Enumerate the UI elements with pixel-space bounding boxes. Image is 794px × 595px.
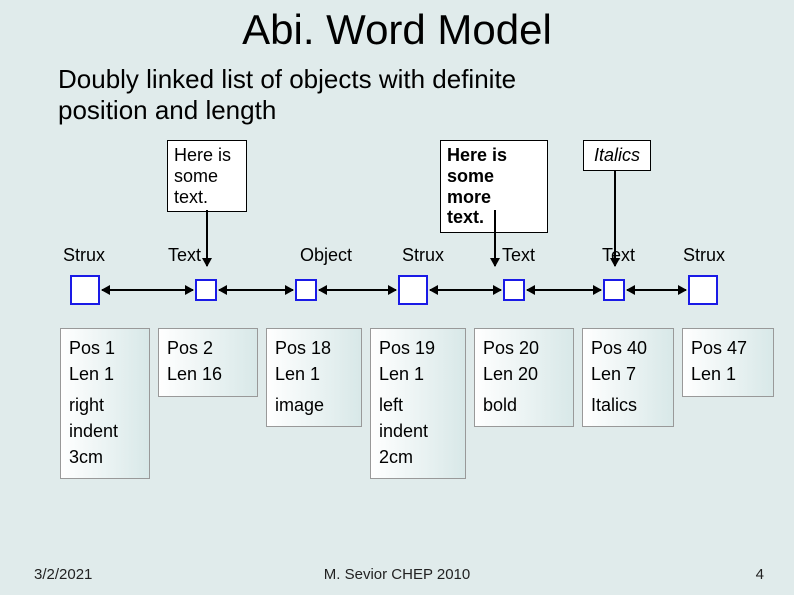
- node-label-1: Text: [168, 245, 201, 266]
- node-label-6: Strux: [683, 245, 725, 266]
- info-extra: 2cm: [379, 444, 457, 470]
- bubble-text-3: Italics: [583, 140, 651, 171]
- info-extra: Italics: [591, 392, 665, 418]
- node-label-2: Object: [300, 245, 352, 266]
- bubble-1-line: some: [174, 166, 218, 186]
- node-label-5: Text: [602, 245, 635, 266]
- bubble-2-line: text.: [447, 207, 484, 227]
- info-pos: Pos 19: [379, 335, 457, 361]
- link-3-4: [430, 289, 501, 291]
- info-len: Len 20: [483, 361, 565, 387]
- info-box-4: Pos 20 Len 20 bold: [474, 328, 574, 426]
- bubble-2-line: some more: [447, 166, 494, 207]
- bubble-1-line: text.: [174, 187, 208, 207]
- info-len: Len 1: [69, 361, 141, 387]
- info-box-2: Pos 18 Len 1 image: [266, 328, 362, 426]
- footer-page-number: 4: [756, 566, 764, 583]
- link-0-1: [102, 289, 193, 291]
- node-label-0: Strux: [63, 245, 105, 266]
- link-5-6: [627, 289, 686, 291]
- node-label-4: Text: [502, 245, 535, 266]
- info-extra: bold: [483, 392, 565, 418]
- slide-title: Abi. Word Model: [0, 0, 794, 54]
- subtitle-line-1: Doubly linked list of objects with defin…: [58, 64, 516, 94]
- info-pos: Pos 1: [69, 335, 141, 361]
- link-4-5: [527, 289, 601, 291]
- arrow-down-2: [494, 210, 496, 266]
- info-len: Len 7: [591, 361, 665, 387]
- info-box-0: Pos 1 Len 1 right indent 3cm: [60, 328, 150, 478]
- subtitle-line-2: position and length: [58, 95, 276, 125]
- bubble-3-text: Italics: [594, 145, 640, 165]
- info-pos: Pos 20: [483, 335, 565, 361]
- node-square-strux-0: [70, 275, 100, 305]
- node-square-text-1: [195, 279, 217, 301]
- info-len: Len 1: [275, 361, 353, 387]
- info-pos: Pos 40: [591, 335, 665, 361]
- slide-subtitle: Doubly linked list of objects with defin…: [0, 54, 794, 126]
- info-pos: Pos 18: [275, 335, 353, 361]
- info-box-6: Pos 47 Len 1: [682, 328, 774, 396]
- node-square-strux-3: [398, 275, 428, 305]
- bubble-1-line: Here is: [174, 145, 231, 165]
- info-extra: image: [275, 392, 353, 418]
- node-square-text-5: [603, 279, 625, 301]
- info-box-5: Pos 40 Len 7 Italics: [582, 328, 674, 426]
- link-2-3: [319, 289, 396, 291]
- node-square-text-4: [503, 279, 525, 301]
- node-square-object-2: [295, 279, 317, 301]
- info-extra: indent: [69, 418, 141, 444]
- footer-center: M. Sevior CHEP 2010: [0, 566, 794, 583]
- info-len: Len 16: [167, 361, 249, 387]
- diagram: Here is some text. Here is some more tex…: [0, 140, 794, 500]
- node-label-3: Strux: [402, 245, 444, 266]
- info-len: Len 1: [691, 361, 765, 387]
- info-box-3: Pos 19 Len 1 left indent 2cm: [370, 328, 466, 478]
- node-square-strux-6: [688, 275, 718, 305]
- bubble-text-1: Here is some text.: [167, 140, 247, 212]
- info-extra: right: [69, 392, 141, 418]
- info-extra: 3cm: [69, 444, 141, 470]
- bubble-2-line: Here is: [447, 145, 507, 165]
- info-pos: Pos 2: [167, 335, 249, 361]
- info-extra: indent: [379, 418, 457, 444]
- info-extra: left: [379, 392, 457, 418]
- info-len: Len 1: [379, 361, 457, 387]
- info-box-1: Pos 2 Len 16: [158, 328, 258, 396]
- link-1-2: [219, 289, 293, 291]
- arrow-down-1: [206, 210, 208, 266]
- info-pos: Pos 47: [691, 335, 765, 361]
